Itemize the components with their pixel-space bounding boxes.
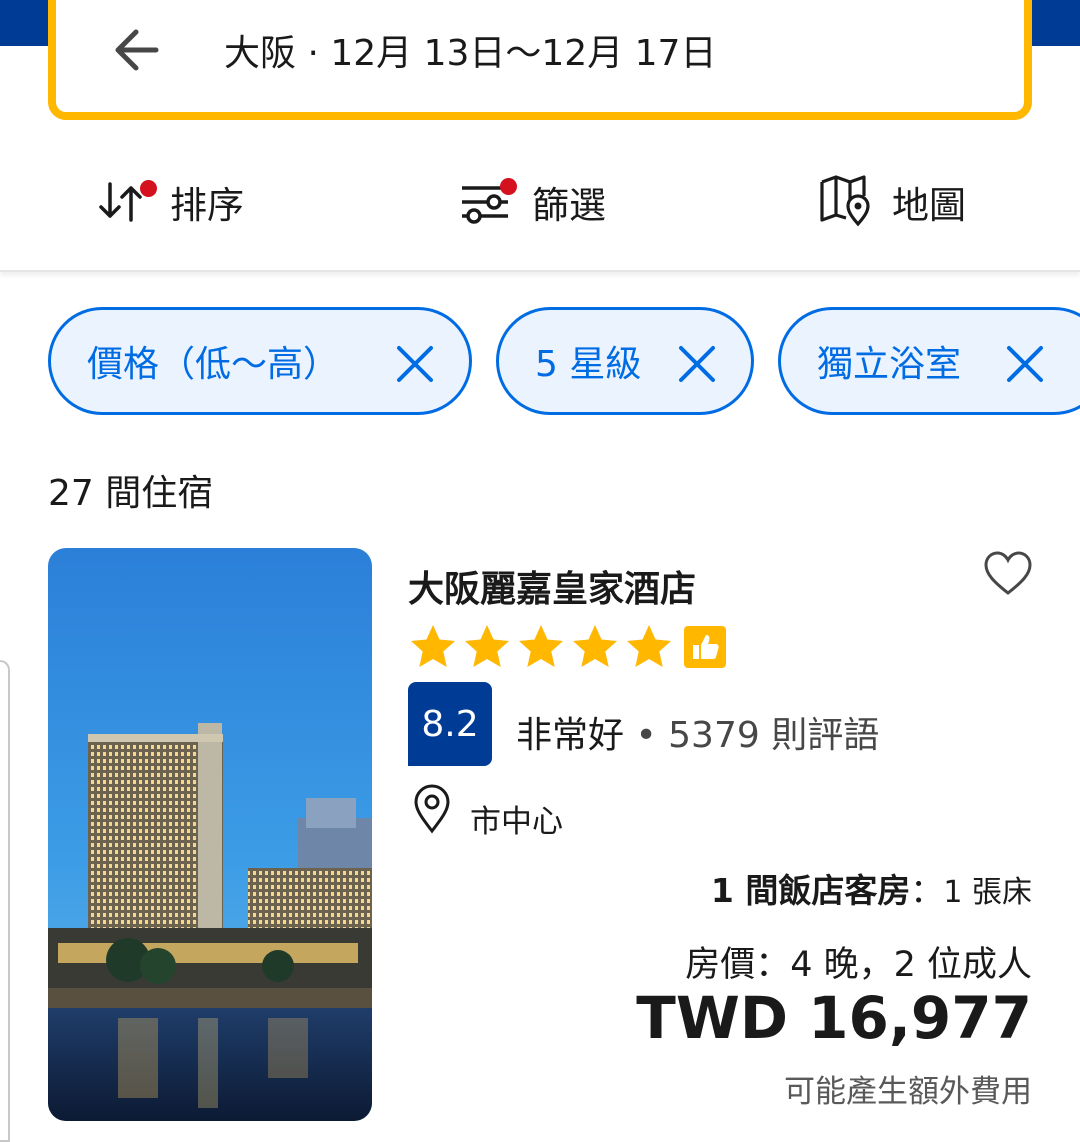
chip-price-sort[interactable]: 價格（低～高） <box>48 307 472 415</box>
chip-label: 價格（低～高） <box>87 344 340 385</box>
thumbs-up-icon <box>684 626 726 668</box>
stay-label: 房價： <box>685 945 791 985</box>
room-beds: 1 張床 <box>943 875 1032 910</box>
star-icon <box>573 625 617 667</box>
review-score-word: 非常好 <box>516 715 625 756</box>
filter-button[interactable]: 篩選 <box>458 170 606 234</box>
sort-icon <box>96 172 157 232</box>
room-separator: ： <box>910 871 944 910</box>
remove-chip-icon[interactable] <box>1005 344 1045 384</box>
hotel-name[interactable]: 大阪麗嘉皇家酒店 <box>408 560 696 612</box>
location-pin-icon <box>414 784 450 834</box>
filter-active-dot <box>500 178 517 195</box>
star-icon <box>519 625 563 667</box>
search-summary-box[interactable]: 大阪 · 12月 13日～12月 17日 <box>48 0 1032 120</box>
sort-label: 排序 <box>170 184 244 227</box>
chip-private-bath[interactable]: 獨立浴室 <box>778 307 1080 415</box>
map-button[interactable]: 地圖 <box>818 170 966 234</box>
price: TWD 16,977 <box>636 984 1032 1052</box>
stay-info: 房價：4 晚，2 位成人 <box>685 936 1032 987</box>
results-count: 27 間住宿 <box>48 473 214 514</box>
map-icon <box>818 172 878 232</box>
star-icon <box>465 625 509 667</box>
sort-active-dot <box>140 180 157 197</box>
stay-value: 4 晚，2 位成人 <box>790 945 1032 985</box>
toolbar: 排序 篩選 地圖 <box>0 140 1080 272</box>
map-label: 地圖 <box>892 184 966 227</box>
review-summary[interactable]: 非常好 • 5379 則評語 <box>516 706 879 758</box>
filter-icon <box>458 172 518 232</box>
star-rating <box>408 622 726 672</box>
remove-chip-icon[interactable] <box>395 344 435 384</box>
chip-label: 獨立浴室 <box>817 344 962 385</box>
sort-button[interactable]: 排序 <box>96 170 244 234</box>
location-text: 市中心 <box>470 804 563 840</box>
extra-fees-note: 可能產生額外費用 <box>784 1074 1032 1110</box>
search-summary-text[interactable]: 大阪 · 12月 13日～12月 17日 <box>224 24 716 76</box>
chip-five-star[interactable]: 5 星級 <box>496 307 754 415</box>
review-separator: • <box>624 715 669 756</box>
filter-label: 篩選 <box>532 184 606 227</box>
review-score-badge: 8.2 <box>408 682 492 766</box>
side-handle[interactable] <box>0 660 10 1142</box>
star-icon <box>627 625 671 667</box>
save-heart-icon[interactable] <box>982 548 1034 600</box>
chip-label: 5 星級 <box>535 344 642 385</box>
review-count: 5379 則評語 <box>668 715 880 756</box>
hotel-photo[interactable] <box>48 548 372 1121</box>
search-results-page: 大阪 · 12月 13日～12月 17日 排序 篩選 地圖 價格（低～高） 5 … <box>0 0 1080 1142</box>
room-type: 1 間飯店客房 <box>710 871 911 910</box>
room-info: 1 間飯店客房：1 張床 <box>711 864 1032 912</box>
remove-chip-icon[interactable] <box>677 344 717 384</box>
back-arrow-icon[interactable] <box>110 23 164 77</box>
star-icon <box>411 625 455 667</box>
